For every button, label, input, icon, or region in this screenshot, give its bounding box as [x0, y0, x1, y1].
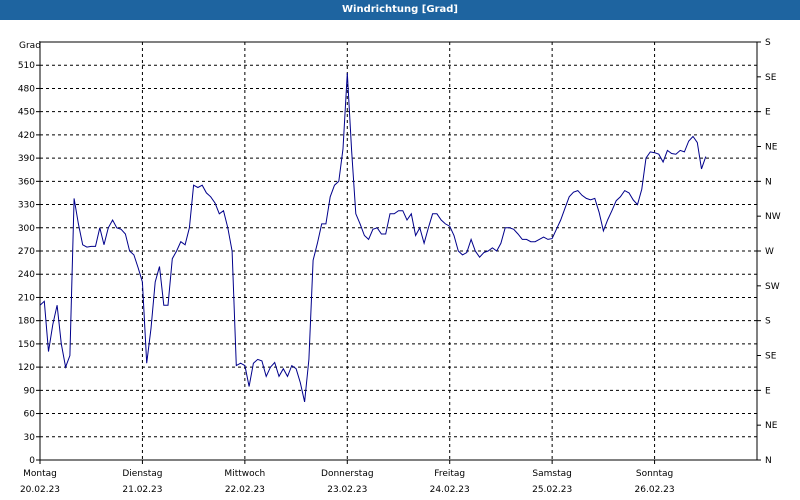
y-tick-label-left: 60	[24, 410, 36, 420]
y-tick-label-right: NE	[765, 421, 778, 431]
y-axis-left: 0 30 60 90 120 150 180 210 240 270 300 330 360 390 420…	[18, 61, 40, 466]
y-tick-label-left: 270	[18, 247, 35, 257]
y-tick-label-right: W	[765, 247, 774, 257]
x-tick-label-date: 21.02.23	[122, 485, 162, 495]
x-tick-label-date: 25.02.23	[532, 485, 572, 495]
y-tick-label-left: 210	[18, 293, 35, 303]
x-tick-label-date: 23.02.23	[327, 485, 367, 495]
y-axis-unit-label: Grad	[19, 41, 41, 51]
y-tick-label-left: 0	[29, 456, 35, 466]
x-tick-label-day: Montag	[23, 469, 57, 479]
x-tick-label-date: 22.02.23	[225, 485, 265, 495]
y-tick-label-right: S	[765, 317, 771, 327]
y-tick-label-right: N	[765, 177, 772, 187]
x-tick-label-day: Freitag	[434, 469, 465, 479]
y-tick-label-right: NE	[765, 143, 778, 153]
y-tick-label-left: 300	[18, 224, 35, 234]
y-tick-label-left: 510	[18, 61, 35, 71]
y-tick-label-left: 480	[18, 84, 35, 94]
y-tick-label-left: 420	[18, 131, 35, 141]
x-tick-label-day: Donnerstag	[321, 469, 374, 479]
y-tick-label-left: 90	[24, 386, 36, 396]
x-axis: Montag 20.02.23 Dienstag 21.02.23 Mittwoch 22…	[20, 460, 675, 495]
y-tick-label-right: E	[765, 386, 771, 396]
y-tick-label-right: N	[765, 456, 772, 466]
plot-area	[39, 41, 758, 461]
x-tick-label-date: 24.02.23	[430, 485, 470, 495]
window-title: Windrichtung [Grad]	[0, 0, 800, 20]
y-tick-label-right: SE	[765, 352, 777, 362]
chart-window: Windrichtung [Grad] 0 30 60 90 120 150 180 210 2…	[0, 0, 800, 500]
y-tick-label-right: SE	[765, 73, 777, 83]
x-tick-label-day: Dienstag	[122, 469, 162, 479]
y-tick-label-left: 240	[18, 270, 35, 280]
x-tick-label-day: Samstag	[532, 469, 571, 479]
y-axis-right: N NE E SE S SW W NW N NE E SE S	[757, 38, 781, 466]
y-tick-label-left: 450	[18, 108, 35, 118]
x-tick-label-day: Mittwoch	[224, 469, 265, 479]
y-tick-label-left: 390	[18, 154, 35, 164]
y-tick-label-left: 120	[18, 363, 35, 373]
y-tick-label-right: SW	[765, 282, 780, 292]
x-tick-label-date: 20.02.23	[20, 485, 60, 495]
y-tick-label-right: NW	[765, 212, 781, 222]
y-tick-label-left: 180	[18, 317, 35, 327]
y-tick-label-left: 360	[18, 177, 35, 187]
x-tick-label-date: 26.02.23	[635, 485, 675, 495]
y-tick-label-left: 330	[18, 201, 35, 211]
wind-direction-chart: 0 30 60 90 120 150 180 210 240 270 300 330 360 390 420…	[18, 38, 781, 495]
y-tick-label-left: 30	[24, 433, 36, 443]
x-tick-label-day: Sonntag	[636, 469, 673, 479]
y-tick-label-right: S	[765, 38, 771, 48]
y-tick-label-right: E	[765, 108, 771, 118]
y-tick-label-left: 150	[18, 340, 35, 350]
